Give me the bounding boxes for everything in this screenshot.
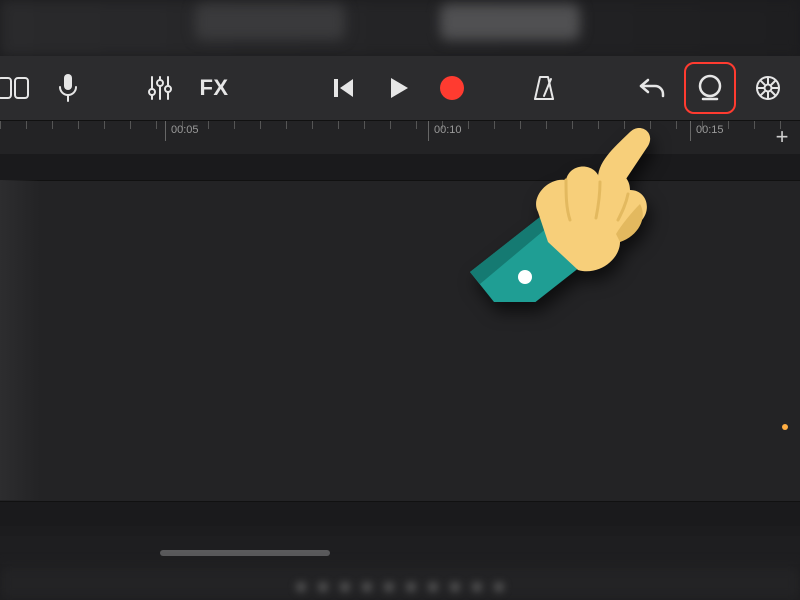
loop-button[interactable] [690,68,730,108]
plus-icon: + [776,124,789,150]
skip-back-button[interactable] [322,66,366,110]
mixer-button[interactable] [138,66,182,110]
fx-label: FX [199,75,228,101]
metronome-button[interactable] [522,66,566,110]
footer-dots [296,582,504,592]
mixer-icon [146,74,174,102]
header-blob [440,4,580,40]
add-track-button[interactable]: + [770,125,794,149]
settings-button[interactable] [746,66,790,110]
ruler-time-label: 00:05 [171,124,199,136]
ruler-time-label: 00:15 [696,124,724,136]
view-columns-icon [0,75,31,101]
skip-back-icon [331,75,357,101]
microphone-icon [58,73,78,103]
record-icon [438,74,466,102]
view-columns-button[interactable] [0,66,36,110]
play-button[interactable] [376,66,420,110]
fx-button[interactable]: FX [192,66,236,110]
settings-gear-icon [753,73,783,103]
metronome-icon [531,74,557,102]
loop-button-highlight [684,62,736,114]
undo-icon [638,75,666,101]
play-icon [385,75,411,101]
timeline-ruler[interactable]: + 00:05 00:10 00:15 [0,120,800,156]
app-header-blur [0,0,800,56]
track-header-edge [0,180,40,500]
marker-dot [782,424,788,430]
header-blob [195,4,345,40]
main-toolbar: FX [0,56,800,120]
bottom-bar [0,536,800,564]
tracks-area [0,154,800,526]
record-button[interactable] [430,66,474,110]
microphone-button[interactable] [46,66,90,110]
track-row[interactable] [0,180,800,502]
horizontal-scrollbar-thumb[interactable] [160,550,330,556]
undo-button[interactable] [630,66,674,110]
ruler-time-label: 00:10 [434,124,462,136]
loop-icon [695,73,725,103]
